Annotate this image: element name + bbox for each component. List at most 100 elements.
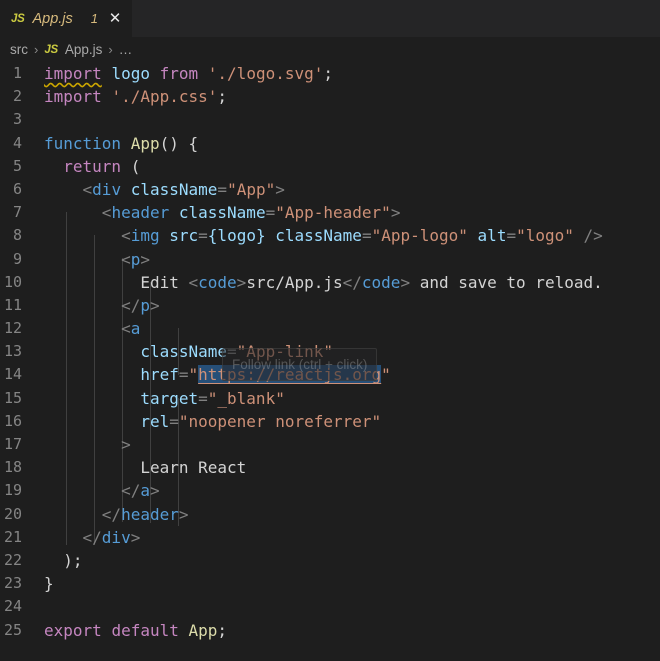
code-line: 9 <p> <box>0 248 660 271</box>
line-content[interactable]: import logo from './logo.svg'; <box>44 62 660 85</box>
line-content[interactable]: href="https://reactjs.org" <box>44 363 660 386</box>
line-content[interactable]: </a> <box>44 479 660 502</box>
line-number: 7 <box>12 203 22 222</box>
breadcrumb: src › JS App.js › … <box>0 37 660 62</box>
token-semicolon: ; <box>217 87 228 107</box>
token-tag-p: p <box>130 249 141 269</box>
breadcrumb-item-src[interactable]: src <box>10 42 28 57</box>
token-equals: = <box>265 203 276 223</box>
token-angle-open: < <box>121 249 131 269</box>
line-content[interactable]: return ( <box>44 155 660 178</box>
token-identifier-app: App <box>188 620 218 640</box>
line-content[interactable]: </header> <box>44 503 660 526</box>
token-value-app-header: "App-header" <box>275 203 391 223</box>
breadcrumb-js-icon: JS <box>44 43 58 56</box>
code-line: 20 </header> <box>0 503 660 526</box>
code-line: 5 return ( <box>0 155 660 178</box>
token-text-and-save: and save to reload. <box>410 272 603 292</box>
token-tag-div: div <box>92 179 122 199</box>
breadcrumb-item-symbols[interactable]: … <box>119 42 133 57</box>
token-attr-target: target <box>140 388 199 408</box>
line-content[interactable]: <div className="App"> <box>44 178 660 201</box>
token-open-paren: ( <box>130 156 141 176</box>
token-semicolon: ; <box>217 620 228 640</box>
line-content[interactable]: import './App.css'; <box>44 85 660 108</box>
token-angle-open: < <box>121 319 131 339</box>
line-content[interactable]: <img src={logo} className="App-logo" alt… <box>44 224 660 247</box>
line-content[interactable]: </p> <box>44 294 660 317</box>
line-content[interactable]: <p> <box>44 248 660 271</box>
line-number: 16 <box>3 411 22 430</box>
token-tag-a-close: a <box>140 481 150 501</box>
token-parens: () <box>159 133 179 153</box>
line-content[interactable]: <header className="App-header"> <box>44 201 660 224</box>
line-content[interactable]: Learn React <box>44 456 660 479</box>
token-tag-div-close: div <box>101 527 131 547</box>
line-content[interactable]: function App() { <box>44 132 660 155</box>
token-keyword-export: export <box>44 620 102 640</box>
line-content[interactable]: </div> <box>44 526 660 549</box>
token-equals: = <box>178 365 189 385</box>
token-attr-alt: alt <box>477 226 507 246</box>
line-number: 11 <box>3 295 22 314</box>
code-line: 21 </div> <box>0 526 660 549</box>
code-line: 10 Edit <code>src/App.js</code> and save… <box>0 271 660 294</box>
line-number: 19 <box>3 481 22 500</box>
line-content[interactable]: export default App; <box>44 619 660 642</box>
line-number: 20 <box>3 504 22 523</box>
tab-bar-empty-area <box>132 0 660 37</box>
tab-app-js[interactable]: JS App.js 1 ✕ <box>0 0 133 37</box>
token-quote-open: " <box>188 365 199 385</box>
line-number: 15 <box>3 388 22 407</box>
tab-problem-count-badge: 1 <box>90 11 99 26</box>
token-keyword-function: function <box>44 133 122 153</box>
code-line: 19 </a> <box>0 479 660 502</box>
token-close-paren-semicolon: ); <box>63 550 83 570</box>
code-line: 23 } <box>0 572 660 595</box>
chevron-right-icon: › <box>34 42 39 57</box>
breadcrumb-item-file[interactable]: App.js <box>65 42 103 57</box>
token-keyword-from: from <box>159 64 199 83</box>
line-content[interactable]: target="_blank" <box>44 387 660 410</box>
token-angle-close: > <box>275 179 285 199</box>
token-tag-a: a <box>130 319 141 339</box>
line-number: 6 <box>12 179 22 198</box>
token-equals: = <box>169 411 179 431</box>
token-text-src-app-js: src/App.js <box>246 272 343 292</box>
js-file-icon: JS <box>11 12 25 25</box>
line-number: 18 <box>3 458 22 477</box>
code-line: 1 import logo from './logo.svg'; <box>0 62 660 85</box>
token-expression-logo: {logo} <box>207 226 266 246</box>
token-attr-href: href <box>140 365 179 385</box>
chevron-right-icon-2: › <box>108 42 113 57</box>
line-content[interactable]: className="App-link" <box>44 340 660 363</box>
line-content[interactable]: Edit <code>src/App.js</code> and save to… <box>44 271 660 294</box>
token-string-logo-path: './logo.svg' <box>207 64 324 83</box>
line-number: 1 <box>12 64 22 82</box>
token-tag-header: header <box>111 203 170 223</box>
code-editor[interactable]: 1 import logo from './logo.svg'; 2 impor… <box>0 62 660 661</box>
link-reactjs-org[interactable]: https://reactjs.org <box>198 365 382 385</box>
token-attr-src: src <box>169 226 199 246</box>
line-content[interactable]: rel="noopener noreferrer" <box>44 410 660 433</box>
token-value-blank: "_blank" <box>207 388 285 408</box>
token-close-brace: } <box>44 574 54 594</box>
line-content[interactable]: ); <box>44 549 660 572</box>
tab-label: App.js <box>32 10 73 27</box>
line-number: 22 <box>3 550 22 569</box>
line-number: 17 <box>3 435 22 453</box>
token-text-edit: Edit <box>140 272 189 292</box>
token-angle-open: < <box>82 179 93 199</box>
token-tag-img: img <box>130 226 160 246</box>
line-number: 9 <box>12 249 22 268</box>
close-icon[interactable]: ✕ <box>107 11 123 26</box>
code-line: 16 rel="noopener noreferrer" <box>0 410 660 433</box>
token-text-learn-react: Learn React <box>140 458 247 478</box>
code-line: 6 <div className="App"> <box>0 178 660 201</box>
line-content[interactable]: > <box>44 433 660 456</box>
line-number: 25 <box>3 620 22 639</box>
editor-tab-bar: JS App.js 1 ✕ <box>0 0 660 37</box>
line-content[interactable]: <a <box>44 317 660 340</box>
token-keyword-import: import <box>44 64 102 83</box>
line-content[interactable]: } <box>44 572 660 595</box>
